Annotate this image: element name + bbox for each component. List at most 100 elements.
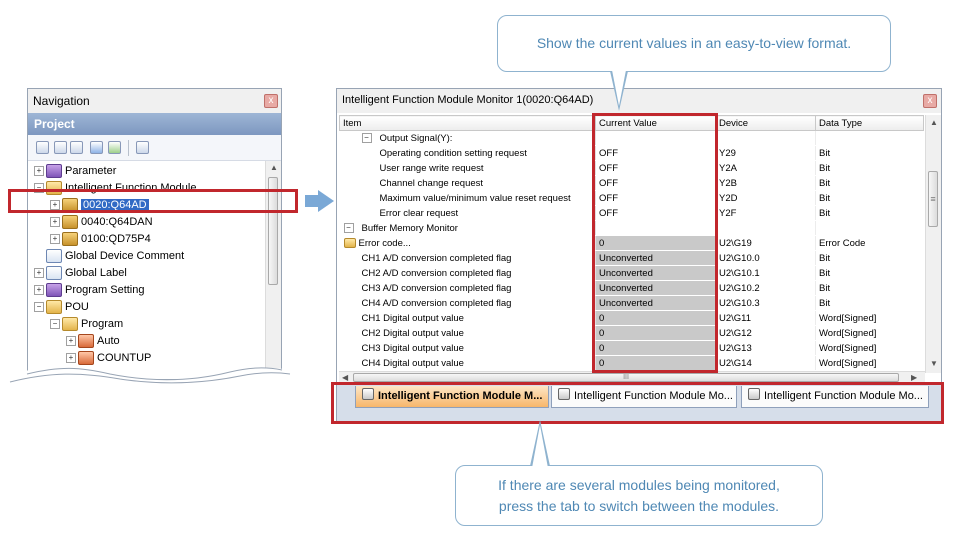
current-values-callout: Show the current values in an easy-to-vi…: [497, 15, 891, 72]
item-cell: − Buffer Memory Monitor: [339, 220, 596, 236]
item-label: CH4 A/D conversion completed flag: [361, 297, 512, 309]
callout-text-top: Show the current values in an easy-to-vi…: [536, 35, 852, 51]
tree-item-global-label[interactable]: + Global Label: [32, 265, 264, 282]
scroll-up-icon[interactable]: ▲: [930, 118, 938, 127]
scroll-up-icon[interactable]: ▲: [270, 163, 278, 172]
label-icon: [46, 266, 62, 281]
tree-item-label: 0040:Q64DAN: [81, 216, 153, 228]
device-cell: U2\G14: [715, 355, 816, 371]
data-type-cell: [815, 130, 924, 146]
expand-icon[interactable]: +: [50, 217, 60, 228]
pointer-arrow-head: [318, 190, 334, 212]
callout-text-bottom-line-1: If there are several modules being monit…: [498, 476, 780, 493]
item-label: Channel change request: [379, 177, 484, 189]
tree-item-program[interactable]: − Program: [32, 316, 264, 333]
expand-icon[interactable]: +: [66, 336, 76, 347]
tree-item-0040-q64dan[interactable]: +0040:Q64DAN: [32, 214, 264, 231]
horizontal-scroll-thumb[interactable]: III: [353, 373, 899, 382]
item-cell: Error code...: [339, 235, 596, 251]
expand-icon[interactable]: +: [50, 234, 60, 245]
column-header-data-type[interactable]: Data Type: [815, 115, 924, 131]
item-cell: Operating condition setting request: [339, 145, 596, 161]
tree-item-auto[interactable]: + Auto: [32, 333, 264, 350]
scroll-left-icon[interactable]: ◀: [342, 373, 348, 382]
refresh-icon[interactable]: [108, 141, 121, 154]
folder-icon: [46, 300, 62, 315]
monitor-close-button[interactable]: x: [923, 94, 937, 108]
callout-pointer-top-fill: [612, 70, 626, 106]
collapse-icon[interactable]: −: [361, 132, 372, 143]
item-cell: CH4 A/D conversion completed flag: [339, 295, 596, 311]
device-cell: U2\G10.1: [715, 265, 816, 281]
project-header[interactable]: Project: [28, 113, 281, 135]
setting-icon: [46, 283, 62, 298]
expand-icon[interactable]: +: [34, 166, 44, 177]
copy-icon[interactable]: [54, 141, 67, 154]
tree-item-pou[interactable]: − POU: [32, 299, 264, 316]
tree-item-program-setting[interactable]: + Program Setting: [32, 282, 264, 299]
item-label: Operating condition setting request: [379, 147, 527, 159]
device-cell: Y29: [715, 145, 816, 161]
item-cell: Error clear request: [339, 205, 596, 221]
new-item-icon[interactable]: [36, 141, 49, 154]
data-type-cell: [815, 220, 924, 236]
monitor-title: Intelligent Function Module Monitor 1(00…: [342, 94, 594, 106]
parameter-icon: [46, 164, 62, 179]
tree-item-label: COUNTUP: [97, 352, 152, 364]
expand-icon[interactable]: +: [34, 285, 44, 296]
column-header-device[interactable]: Device: [715, 115, 816, 131]
pointer-arrow-body: [305, 195, 319, 207]
item-label: Maximum value/minimum value reset reques…: [379, 192, 571, 204]
scroll-down-icon[interactable]: ▼: [930, 359, 938, 368]
item-label: Output Signal(Y):: [379, 132, 453, 144]
column-header-item[interactable]: Item: [339, 115, 596, 131]
data-type-cell: Word[Signed]: [815, 310, 924, 326]
expand-icon[interactable]: +: [34, 268, 44, 279]
tab-switch-callout: If there are several modules being monit…: [455, 465, 823, 526]
item-label: Error code...: [358, 237, 411, 249]
monitor-vertical-scrollbar[interactable]: ▲ ≡ ▼: [925, 115, 941, 373]
item-cell: CH4 Digital output value: [339, 355, 596, 371]
data-type-cell: Bit: [815, 190, 924, 206]
device-cell: Y2B: [715, 175, 816, 191]
paste-icon[interactable]: [70, 141, 83, 154]
data-type-cell: Bit: [815, 205, 924, 221]
item-label: CH2 Digital output value: [361, 327, 464, 339]
scroll-thumb[interactable]: ≡: [928, 171, 938, 227]
expand-icon[interactable]: +: [66, 353, 76, 364]
tree-item-label: Auto: [97, 335, 120, 347]
collapse-icon[interactable]: −: [34, 302, 44, 313]
item-cell: CH2 Digital output value: [339, 325, 596, 341]
torn-edge: [0, 367, 300, 386]
info-icon[interactable]: [90, 141, 103, 154]
device-cell: U2\G19: [715, 235, 816, 251]
data-type-cell: Bit: [815, 160, 924, 176]
tree-item-0100-qd75p4[interactable]: +0100:QD75P4: [32, 231, 264, 248]
data-type-cell: Error Code: [815, 235, 924, 251]
collapse-icon[interactable]: −: [343, 222, 354, 233]
item-label: Error clear request: [379, 207, 459, 219]
toolbar-separator: [128, 140, 129, 156]
tree-item-global-device-comment[interactable]: Global Device Comment: [32, 248, 264, 265]
device-cell: Y2D: [715, 190, 816, 206]
callout-text-bottom-line-2: press the tab to switch between the modu…: [498, 497, 780, 514]
selected-module-highlight: [8, 189, 298, 213]
data-type-cell: Bit: [815, 265, 924, 281]
collapse-icon[interactable]: −: [50, 319, 60, 330]
module-icon: [62, 215, 78, 230]
tree-item-parameter[interactable]: + Parameter: [32, 163, 264, 180]
current-value-column-highlight: [592, 113, 718, 373]
scroll-right-icon[interactable]: ▶: [911, 373, 917, 382]
project-tool-icon[interactable]: [136, 141, 149, 154]
data-type-cell: Word[Signed]: [815, 325, 924, 341]
folder-icon: [343, 237, 356, 248]
item-label: CH2 A/D conversion completed flag: [361, 267, 512, 279]
item-cell: User range write request: [339, 160, 596, 176]
navigation-close-button[interactable]: x: [264, 94, 278, 108]
item-label: CH4 Digital output value: [361, 357, 464, 369]
monitor-title-bar: Intelligent Function Module Monitor 1(00…: [337, 89, 941, 113]
tree-item-label: Program Setting: [65, 284, 145, 296]
navigation-title-bar: Navigation: [28, 89, 281, 113]
item-cell: − Output Signal(Y):: [339, 130, 596, 146]
item-cell: CH2 A/D conversion completed flag: [339, 265, 596, 281]
